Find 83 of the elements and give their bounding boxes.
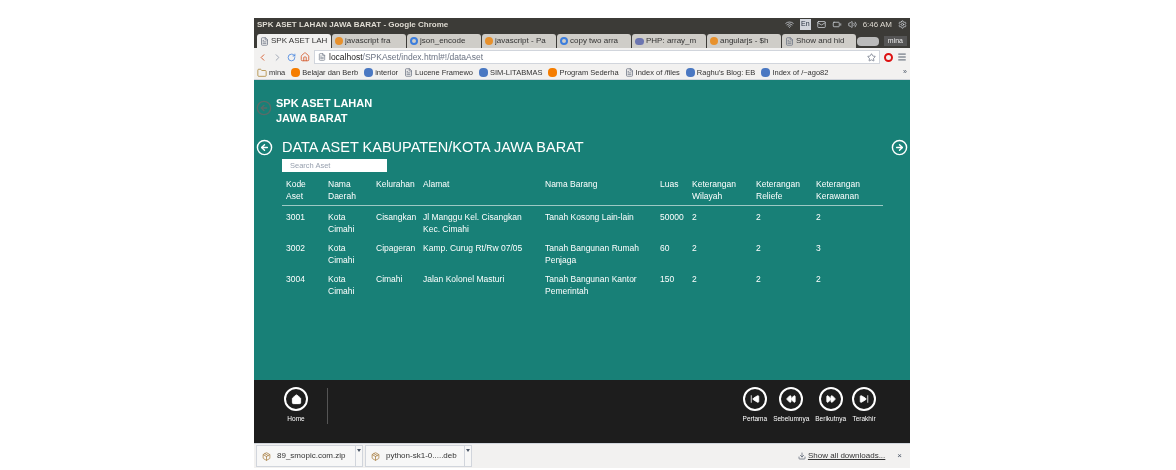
extension-icon[interactable] — [884, 52, 893, 62]
star-icon[interactable] — [867, 52, 876, 62]
download-icon — [797, 452, 806, 460]
table-cell-text: Tanah Bangunan Kantor Pemerintah — [544, 272, 638, 297]
column-header: Nama Barang — [544, 177, 599, 191]
table-cell-text: Kamp. Curug Rt/Rw 07/05 — [422, 241, 524, 255]
volume-icon — [847, 20, 857, 29]
table-cell-text: Cisangkan — [375, 210, 418, 224]
column-header: Keterangan Reliefe — [755, 177, 801, 202]
table-cell-text: Cimahi — [375, 272, 404, 286]
close-button[interactable]: × — [897, 450, 902, 462]
window-title: SPK ASET LAHAN JAWA BARAT - Google Chrome — [257, 18, 449, 31]
table-cell-text: Jalan Kolonel Masturi — [422, 272, 506, 286]
browser-tab[interactable]: json_encode — [407, 34, 481, 48]
table-cell-text: 3004 — [285, 272, 306, 286]
fast-forward-icon — [825, 394, 836, 404]
browser-tab[interactable]: Show and hid — [782, 34, 856, 48]
clock: 6:46 AM — [862, 18, 892, 31]
browser-tab[interactable]: SPK ASET LAH — [257, 34, 331, 48]
table-cell-text: 2 — [815, 210, 822, 224]
table-cell-text: Kota Cimahi — [327, 210, 356, 235]
table-cell-text: 2 — [755, 210, 762, 224]
page-icon — [785, 36, 794, 46]
wifi-icon — [785, 20, 795, 29]
package-icon — [262, 451, 271, 461]
battery-icon — [831, 20, 842, 29]
skip-forward-icon — [859, 394, 869, 404]
table-cell-text: 2 — [691, 241, 698, 255]
browser-tab[interactable]: javascript - Pa — [482, 34, 556, 48]
page-icon — [260, 36, 269, 46]
folder-icon — [257, 67, 267, 78]
rewind-icon — [786, 394, 797, 404]
download-menu-button[interactable] — [356, 445, 363, 467]
browser-tab[interactable]: copy two arra — [557, 34, 631, 48]
table-cell-text: 2 — [815, 272, 822, 286]
download-menu-button[interactable] — [465, 445, 472, 467]
next-page-icon[interactable] — [891, 139, 908, 157]
table-cell-text: Jl Manggu Kel. Cisangkan Kec. Cimahi — [422, 210, 523, 235]
mail-icon — [816, 20, 826, 29]
table-cell-text: 2 — [691, 272, 698, 286]
table-cell-text: 3001 — [285, 210, 306, 224]
table-cell-text: Cipageran — [375, 241, 417, 255]
column-header: Nama Daerah — [327, 177, 357, 202]
table-cell-text: 3002 — [285, 241, 306, 255]
browser-tab[interactable]: javascript fra — [332, 34, 406, 48]
column-header: Kelurahan — [375, 177, 416, 191]
show-all-downloads-link[interactable]: Show all downloads... — [807, 450, 886, 462]
table-cell-text: 2 — [755, 272, 762, 286]
download-item[interactable]: 89_smopic.com.zip — [256, 445, 356, 467]
table-cell-text: Tanah Bangunan Rumah Penjaga — [544, 241, 641, 266]
column-header: Alamat — [422, 177, 451, 191]
browser-tab[interactable]: PHP: array_m — [632, 34, 706, 48]
brand-title: JAWA BARAT — [276, 111, 349, 126]
column-header: Keterangan Kerawanan — [815, 177, 861, 202]
page-heading: DATA ASET KABUPATEN/KOTA JAWA BARAT — [282, 138, 585, 157]
table-cell-text: Kota Cimahi — [327, 241, 356, 266]
column-header: Kode Aset — [285, 177, 307, 202]
page-icon — [404, 68, 414, 77]
table-cell-text: Kota Cimahi — [327, 272, 356, 297]
reload-icon[interactable] — [287, 52, 296, 62]
settings-icon — [898, 20, 907, 29]
page-icon — [624, 68, 634, 77]
table-cell-text: 3 — [815, 241, 822, 255]
table-cell-text: 2 — [691, 210, 698, 224]
column-header: Keterangan Wilayah — [691, 177, 737, 202]
table-cell-text: Tanah Kosong Lain-lain — [544, 210, 635, 224]
browser-tab[interactable]: angularjs - $h — [707, 34, 781, 48]
home-icon[interactable] — [300, 52, 310, 62]
package-icon — [371, 451, 380, 461]
download-item[interactable]: python-sk1-0.....deb — [365, 445, 465, 467]
page-icon — [318, 53, 326, 61]
table-cell-text: 50000 — [659, 210, 685, 224]
home-icon — [290, 393, 302, 405]
table-cell-text: 150 — [659, 272, 676, 286]
address-field[interactable]: localhost/SPKAset/index.html#!/dataAset — [314, 50, 880, 64]
skip-back-icon — [749, 394, 760, 404]
new-tab-button[interactable] — [857, 37, 879, 46]
brand-title: SPK ASET LAHAN — [276, 96, 373, 111]
table-cell-text: 2 — [755, 241, 762, 255]
column-header: Luas — [659, 177, 680, 191]
previous-page-icon[interactable] — [256, 139, 273, 157]
menu-icon[interactable] — [897, 52, 907, 62]
table-cell-text: 60 — [659, 241, 671, 255]
